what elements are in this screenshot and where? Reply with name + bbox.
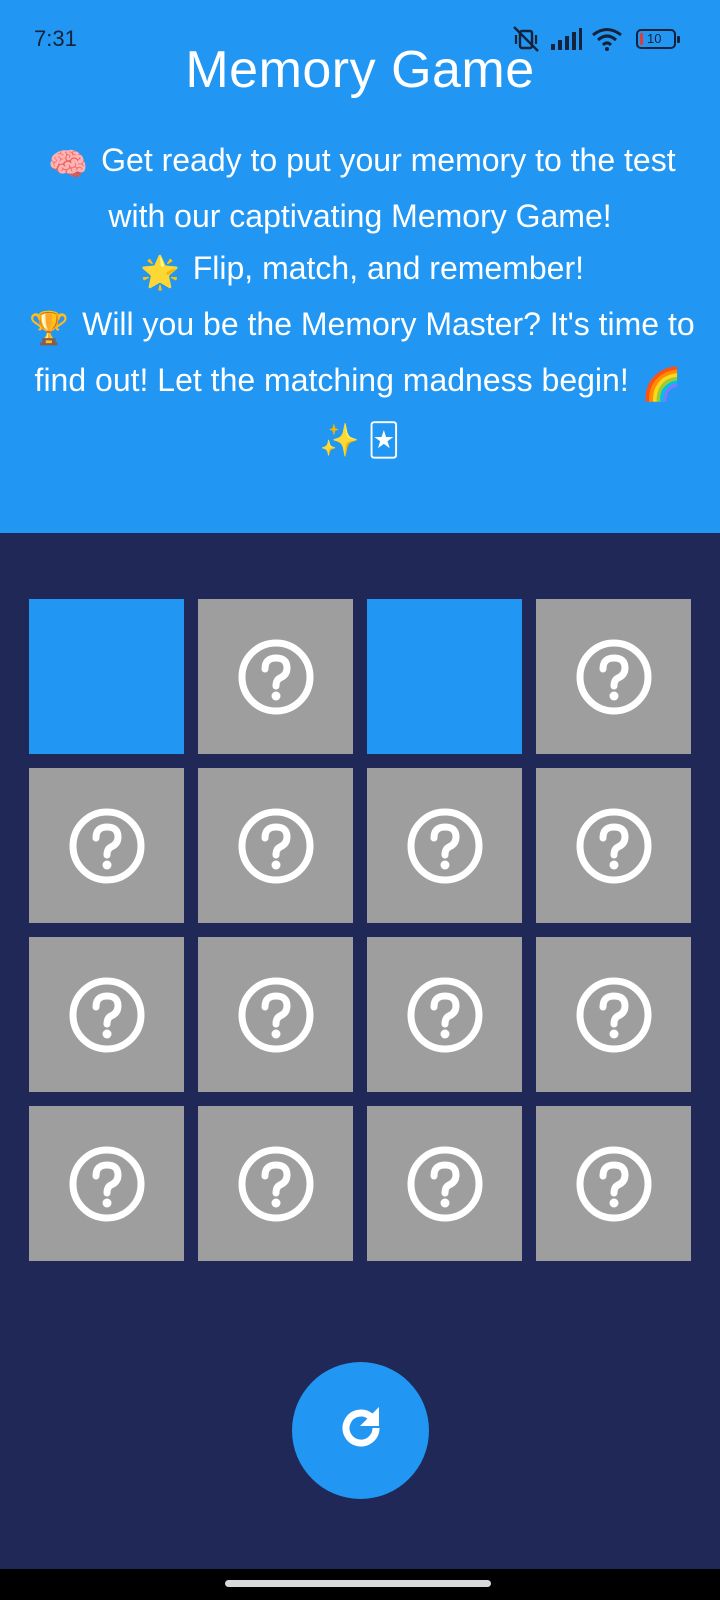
memory-card[interactable] bbox=[367, 937, 522, 1092]
intro-paragraph-2: 🌟 Flip, match, and remember! bbox=[24, 242, 696, 298]
intro-line-1: Get ready to put your memory to the test… bbox=[101, 142, 676, 234]
refresh-icon bbox=[333, 1400, 389, 1461]
memory-card[interactable] bbox=[29, 937, 184, 1092]
memory-card[interactable] bbox=[198, 1106, 353, 1261]
question-mark-icon bbox=[237, 638, 315, 716]
question-mark-icon bbox=[68, 976, 146, 1054]
card-grid bbox=[29, 599, 691, 1261]
intro-text: 🧠 Get ready to put your memory to the te… bbox=[24, 134, 696, 466]
question-mark-icon bbox=[575, 807, 653, 885]
question-mark-icon bbox=[237, 1145, 315, 1223]
rainbow-emoji: 🌈 bbox=[641, 366, 682, 402]
memory-card[interactable] bbox=[536, 599, 691, 754]
star-emoji: 🌟 bbox=[140, 254, 180, 290]
joker-card-emoji: 🃏 bbox=[367, 422, 401, 458]
navigation-bar bbox=[0, 1569, 720, 1600]
page-title: Memory Game bbox=[185, 41, 535, 99]
brain-emoji: 🧠 bbox=[48, 146, 89, 182]
memory-card[interactable] bbox=[29, 1106, 184, 1261]
intro-line-2: Flip, match, and remember! bbox=[192, 250, 584, 286]
question-mark-icon bbox=[68, 807, 146, 885]
memory-card[interactable] bbox=[198, 599, 353, 754]
memory-card[interactable] bbox=[29, 599, 184, 754]
memory-card[interactable] bbox=[198, 937, 353, 1092]
question-mark-icon bbox=[237, 976, 315, 1054]
intro-paragraph-1: 🧠 Get ready to put your memory to the te… bbox=[24, 134, 696, 242]
home-indicator[interactable] bbox=[225, 1580, 491, 1587]
question-mark-icon bbox=[575, 638, 653, 716]
memory-card[interactable] bbox=[536, 1106, 691, 1261]
trophy-emoji: 🏆 bbox=[29, 310, 70, 346]
question-mark-icon bbox=[575, 1145, 653, 1223]
sparkles-emoji: ✨ bbox=[319, 422, 360, 458]
memory-card[interactable] bbox=[29, 768, 184, 923]
memory-card[interactable] bbox=[536, 937, 691, 1092]
app-header: 7:31 10 Memory Game 🧠 Get ready to put y… bbox=[0, 0, 720, 533]
memory-card[interactable] bbox=[367, 768, 522, 923]
question-mark-icon bbox=[406, 976, 484, 1054]
restart-button[interactable] bbox=[292, 1362, 429, 1499]
memory-card[interactable] bbox=[536, 768, 691, 923]
intro-line-3: Will you be the Memory Master? It's time… bbox=[34, 306, 695, 398]
intro-paragraph-3: 🏆 Will you be the Memory Master? It's ti… bbox=[24, 298, 696, 466]
question-mark-icon bbox=[406, 1145, 484, 1223]
question-mark-icon bbox=[237, 807, 315, 885]
memory-card[interactable] bbox=[367, 599, 522, 754]
question-mark-icon bbox=[68, 1145, 146, 1223]
question-mark-icon bbox=[406, 807, 484, 885]
question-mark-icon bbox=[575, 976, 653, 1054]
memory-card[interactable] bbox=[367, 1106, 522, 1261]
memory-card[interactable] bbox=[198, 768, 353, 923]
